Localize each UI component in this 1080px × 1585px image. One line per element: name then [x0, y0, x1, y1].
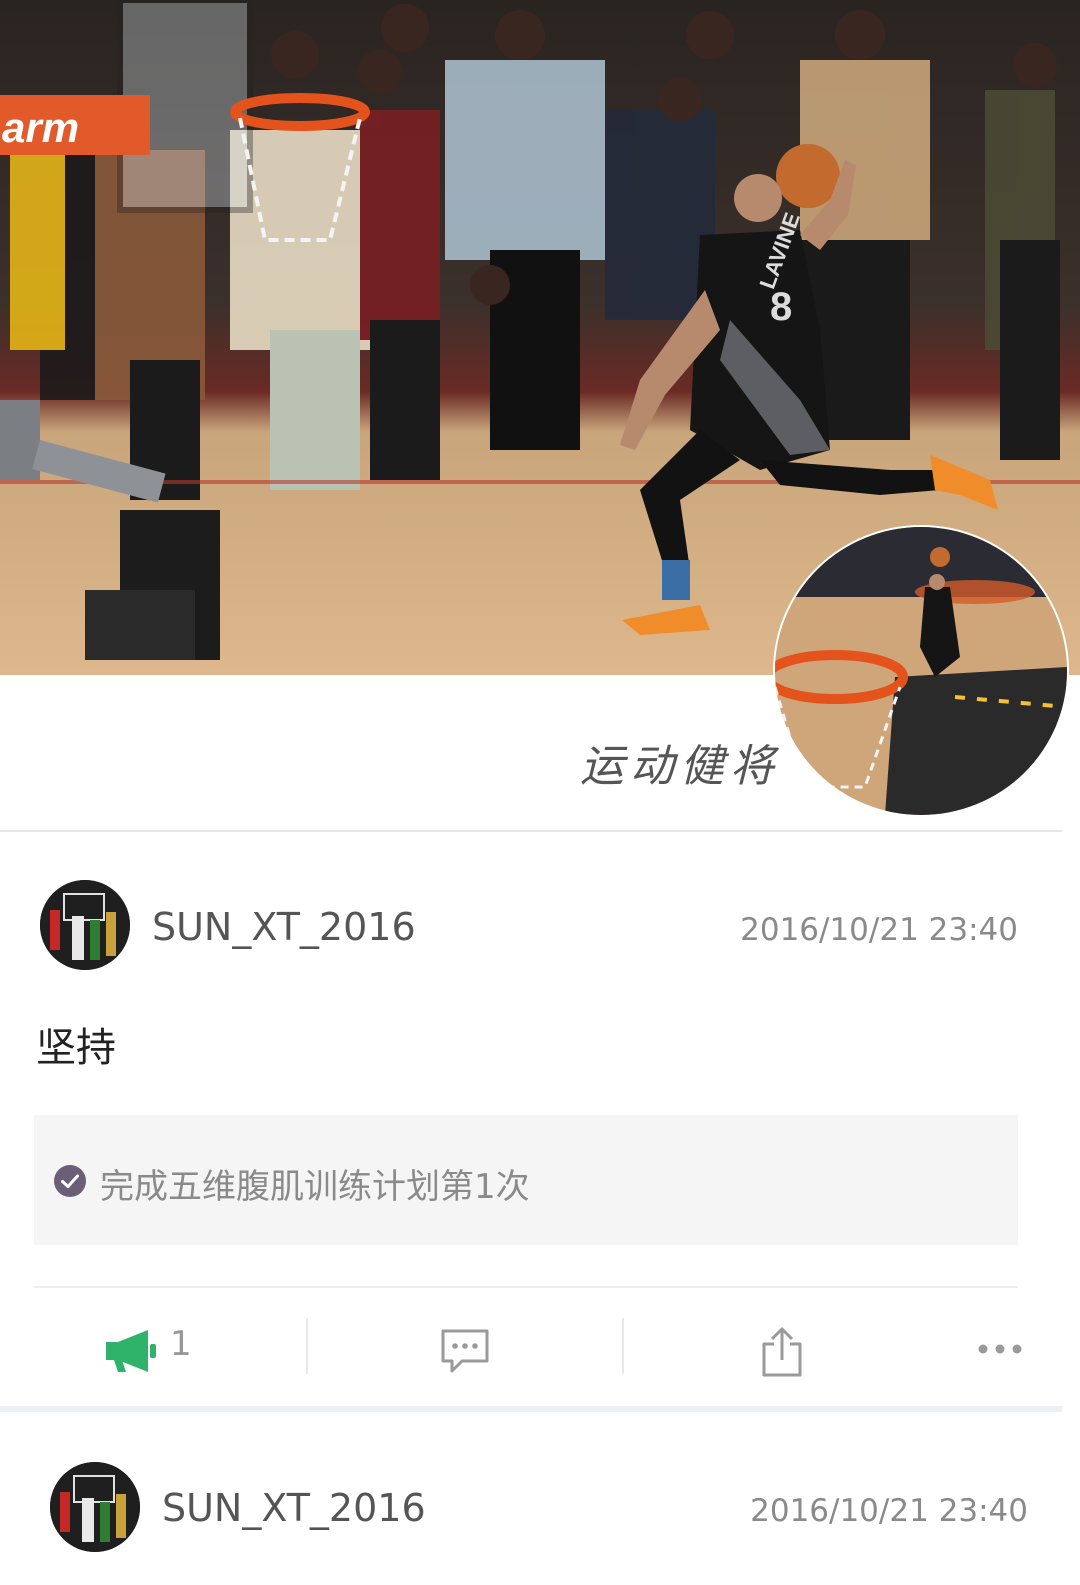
post-separator	[0, 1406, 1062, 1412]
post-timestamp: 2016/10/21 23:40	[740, 912, 1018, 948]
like-count: 1	[170, 1324, 192, 1364]
header-divider	[0, 830, 1062, 832]
profile-slogan: 运动健将	[580, 741, 780, 792]
megaphone-icon	[106, 1330, 156, 1372]
comment-button[interactable]	[308, 1288, 622, 1408]
banner-text: arm	[2, 104, 79, 151]
post-text: 坚持	[36, 1025, 116, 1071]
checkin-text: 完成五维腹肌训练计划第1次	[100, 1167, 530, 1207]
more-dots-icon	[978, 1344, 1022, 1354]
share-icon	[762, 1327, 802, 1377]
like-button[interactable]: 1	[0, 1288, 306, 1408]
check-circle-icon	[54, 1165, 86, 1197]
post-avatar[interactable]	[40, 880, 130, 970]
share-button[interactable]	[624, 1288, 934, 1408]
more-button[interactable]	[940, 1288, 1062, 1408]
post-username[interactable]: SUN_XT_2016	[162, 1486, 426, 1530]
checkin-card[interactable]: 完成五维腹肌训练计划第1次	[34, 1115, 1018, 1245]
post-timestamp: 2016/10/21 23:40	[750, 1493, 1028, 1529]
jersey-number: 8	[770, 285, 792, 329]
profile-avatar[interactable]	[775, 527, 1067, 815]
post-username[interactable]: SUN_XT_2016	[152, 905, 416, 949]
comment-bubble-icon	[441, 1329, 489, 1373]
post-avatar[interactable]	[50, 1462, 140, 1552]
post-action-bar: 1	[0, 1288, 1062, 1408]
